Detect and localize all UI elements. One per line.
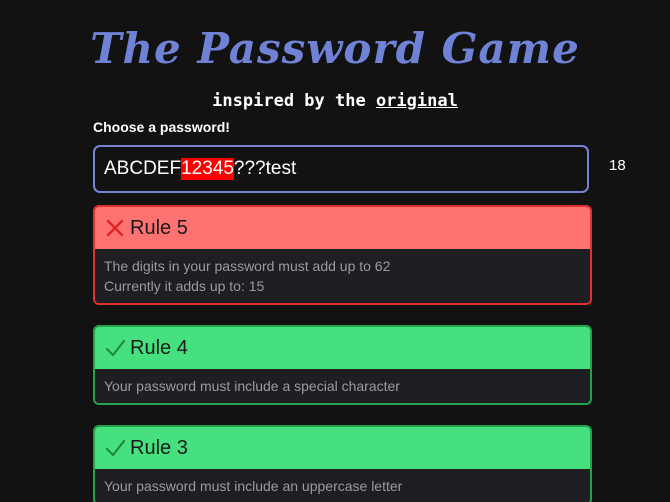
rule-header-5: Rule 5 <box>95 207 590 249</box>
page: The Password Game inspired by the origin… <box>0 0 670 502</box>
rule-3-description: Your password must include an uppercase … <box>104 478 403 494</box>
rule-title-5: Rule 5 <box>130 216 188 239</box>
password-text-after: ???test <box>233 158 297 179</box>
rule-5-description: The digits in your password must add up … <box>104 258 391 274</box>
rule-5-current-sum: Currently it adds up to: 15 <box>104 278 265 294</box>
rule-header-4: Rule 4 <box>95 327 590 369</box>
rule-title-4: Rule 4 <box>130 336 188 359</box>
rule-card-4: Rule 4 Your password must include a spec… <box>93 325 592 405</box>
password-text-before: ABCDEF <box>104 158 182 179</box>
checkmark-icon <box>105 338 126 358</box>
original-link[interactable]: original <box>376 91 458 111</box>
character-count: 18 <box>609 157 626 174</box>
rule-4-description: Your password must include a special cha… <box>104 378 400 394</box>
subtitle-text: inspired by the <box>212 91 376 111</box>
rule-header-3: Rule 3 <box>95 427 590 469</box>
password-label: Choose a password! <box>93 119 230 135</box>
page-subtitle: inspired by the original <box>0 90 670 112</box>
rule-card-3: Rule 3 Your password must include an upp… <box>93 425 592 502</box>
cross-icon <box>105 218 125 238</box>
rule-title-3: Rule 3 <box>130 436 188 459</box>
rule-body-4: Your password must include a special cha… <box>95 369 590 403</box>
password-input[interactable]: ABCDEF 12345 ???test <box>93 145 589 193</box>
password-digits-highlight: 12345 <box>181 158 234 180</box>
page-title: The Password Game <box>90 24 580 73</box>
rule-card-5: Rule 5 The digits in your password must … <box>93 205 592 305</box>
rule-body-5: The digits in your password must add up … <box>95 249 590 303</box>
rule-body-3: Your password must include an uppercase … <box>95 469 590 502</box>
checkmark-icon <box>105 438 126 458</box>
